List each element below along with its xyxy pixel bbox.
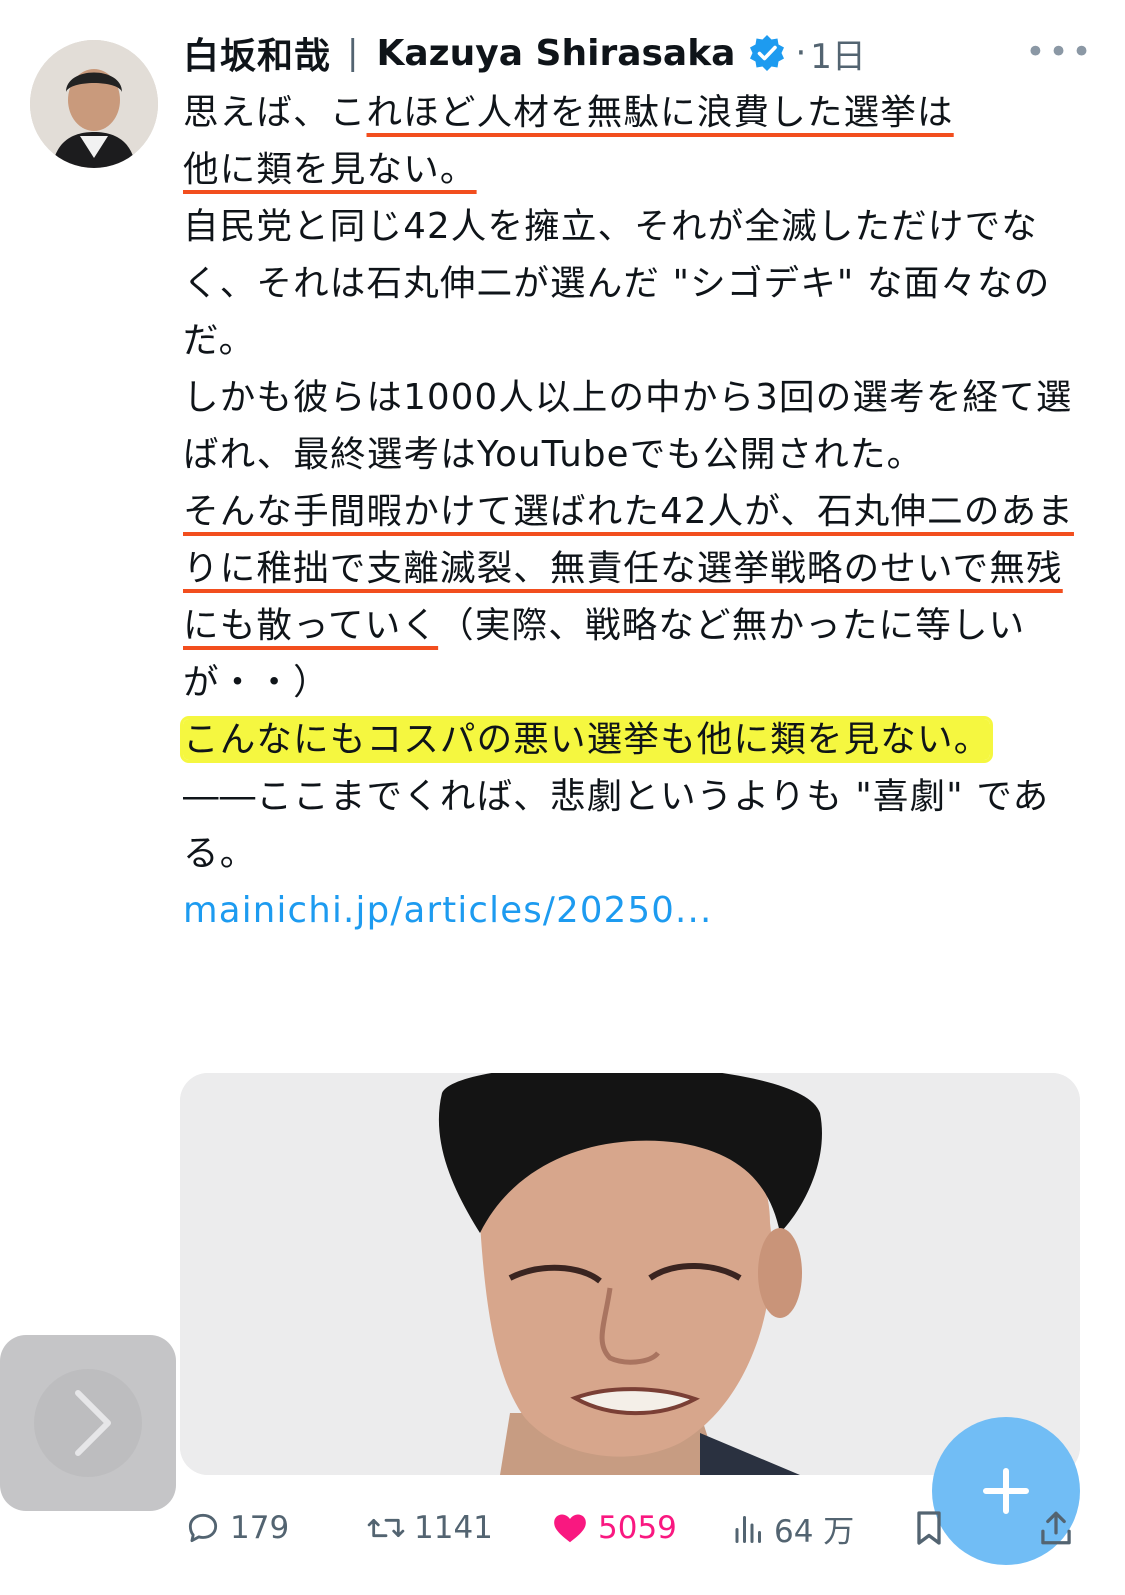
underlined-text: 他に類を見ない。 [183,149,477,190]
views-chart-icon [735,1516,761,1543]
avatar-photo [30,40,158,168]
retweet-icon [367,1518,405,1538]
news-photo [180,1073,1080,1475]
chevron-right-icon [75,1390,111,1456]
reply-count: 179 [230,1510,290,1546]
views-count: 64 万 [774,1513,855,1550]
timestamp[interactable]: 1日 [810,29,866,78]
more-options-icon[interactable]: ••• [1025,32,1091,72]
article-link[interactable]: mainichi.jp/articles/20250... [183,890,712,931]
bookmark-button[interactable] [912,1500,954,1556]
highlighted-text: こんなにもコスパの悪い選挙も他に類を見ない。 [183,719,991,760]
retweet-button[interactable]: 1141 [366,1500,493,1556]
reply-icon [188,1513,218,1543]
like-button[interactable]: 5059 [550,1500,677,1556]
media-image[interactable] [180,1073,1080,1475]
paragraph-2: 自民党と同じ42人を擁立、それが全滅しただけでなく、それは石丸伸二が選んだ "シ… [183,206,1051,361]
next-media-button[interactable] [0,1335,176,1511]
paragraph-3: しかも彼らは1000人以上の中から3回の選考を経て選ばれ、最終選考はYouTub… [183,377,1073,475]
handle-name[interactable]: Kazuya Shirasaka [376,33,735,74]
paragraph-4: そんな手間暇かけて選ばれた42人が、石丸伸二のあまりに稚拙で支離滅裂、無責任な選… [183,483,1083,711]
display-name[interactable]: 白坂和哉 [183,27,331,79]
tweet-actions: 179 1141 5059 64 万 [180,1500,1090,1556]
text-segment: 思えば、こ [183,92,367,133]
verified-badge-icon [747,33,787,73]
paragraph-link: mainichi.jp/articles/20250... [183,882,1083,939]
name-separator: | [347,33,359,73]
share-button[interactable] [1038,1500,1082,1556]
like-count: 5059 [598,1510,677,1546]
avatar[interactable] [30,40,158,168]
paragraph-5: こんなにもコスパの悪い選挙も他に類を見ない。 [183,711,1083,768]
paragraph-1: 思えば、これほど人材を無駄に浪費した選挙は 他に類を見ない。 [183,84,1083,198]
underlined-text: れほど人材を無駄に浪費した選挙は [366,92,954,133]
retweet-count: 1141 [414,1510,493,1546]
views-button[interactable]: 64 万 [732,1500,854,1556]
share-icon [1041,1511,1071,1545]
time-separator: · [795,33,807,73]
heart-icon [554,1514,586,1543]
reply-button[interactable]: 179 [184,1500,289,1556]
tweet-text: 思えば、これほど人材を無駄に浪費した選挙は 他に類を見ない。 自民党と同じ42人… [183,84,1083,939]
paragraph-6: ――ここまでくれば、悲劇というよりも "喜劇" である。 [183,776,1050,874]
bookmark-icon [917,1511,941,1545]
tweet-header: 白坂和哉 | Kazuya Shirasaka · 1日 [183,28,1093,78]
